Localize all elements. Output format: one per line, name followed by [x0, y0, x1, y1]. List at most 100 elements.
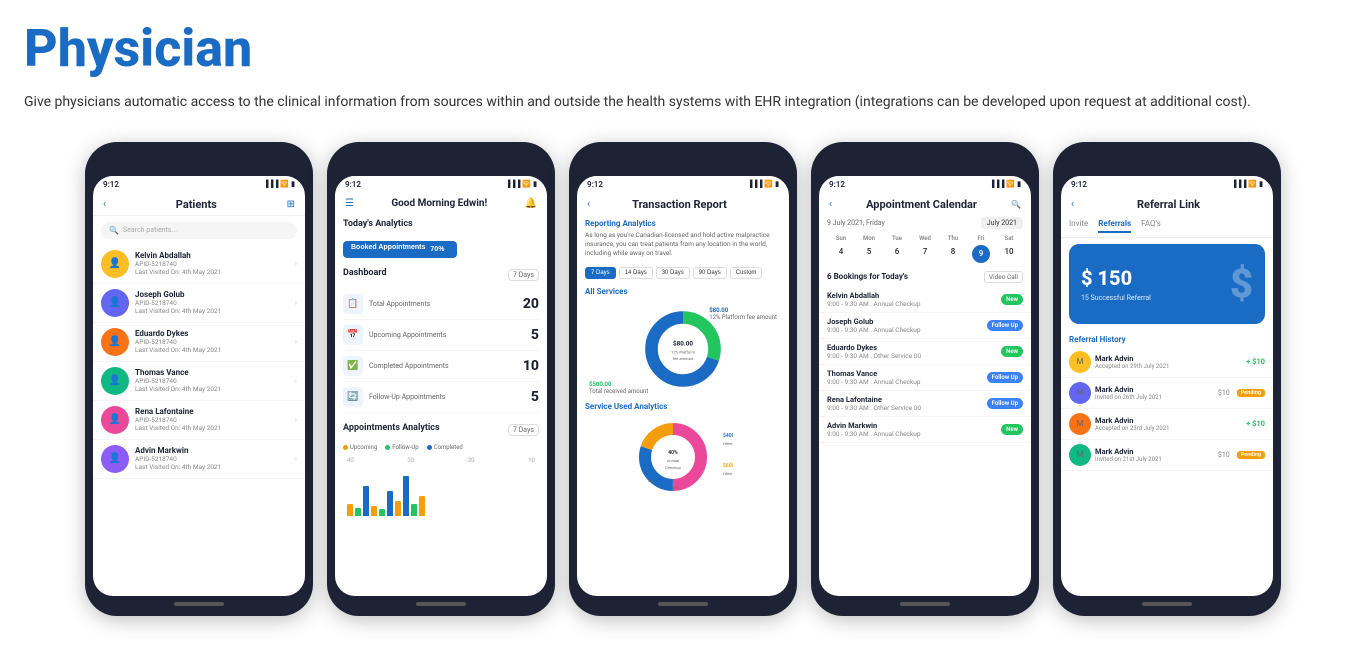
- page-description: Give physicians automatic access to the …: [24, 91, 1342, 113]
- bar-3: [363, 486, 369, 516]
- ref-tab-invite[interactable]: Invite: [1069, 219, 1088, 233]
- booking-time-5: 9:00 - 9:30 AM . Other Service 00: [827, 404, 987, 412]
- video-call-badge[interactable]: Video Call: [984, 271, 1023, 283]
- day-fri: Fri: [967, 235, 995, 242]
- booked-pct-badge: 70%: [425, 244, 449, 255]
- filter-icon-patients[interactable]: ⊞: [287, 199, 295, 210]
- status-bar-1: 9:12 ▐▐▐ 🛜 ▮: [93, 176, 305, 192]
- booking-item-1[interactable]: Kelvin Abdallah 9:00 - 9:30 AM . Annual …: [819, 287, 1031, 313]
- battery-icon-5: ▮: [1259, 180, 1263, 188]
- legend-row: Upcoming Follow-Up Completed: [343, 444, 539, 451]
- wifi-icon-4: 🛜: [1006, 180, 1015, 188]
- ref-amount-2: $10: [1218, 389, 1230, 397]
- ref-person-name-4: Mark Advin: [1095, 447, 1214, 456]
- patient-item-6[interactable]: 👤 Advin Markwin APID-5218740 Last Visite…: [93, 440, 305, 479]
- stat-value-4: 5: [531, 389, 539, 405]
- stat-icon-4: 🔄: [343, 387, 363, 407]
- patient-name-1: Kelvin Abdallah: [135, 251, 289, 260]
- filter-90days[interactable]: 90 Days: [693, 267, 727, 279]
- back-button-patients[interactable]: ‹: [103, 199, 106, 210]
- phone-calendar: 9:12 ▐▐▐ 🛜 ▮ ‹ Appointment Calendar 🔍 9 …: [811, 142, 1039, 616]
- cal-date-8[interactable]: 8: [939, 245, 967, 263]
- ref-tab-referrals[interactable]: Referrals: [1098, 219, 1131, 233]
- ref-person-name-3: Mark Advin: [1095, 416, 1242, 425]
- day-tue: Tue: [883, 235, 911, 242]
- svg-text:30%: 30%: [671, 485, 678, 490]
- patient-search-bar[interactable]: 🔍 Search patients...: [101, 222, 297, 239]
- ref-person-4: Mark Advin Invited on 21st July 2021: [1095, 447, 1214, 463]
- day-thu: Thu: [939, 235, 967, 242]
- cal-date-10[interactable]: 10: [995, 245, 1023, 263]
- status-icons-4: ▐▐▐ 🛜 ▮: [990, 180, 1021, 188]
- svg-text:Other Service 01: Other Service 01: [723, 441, 733, 446]
- days-badge[interactable]: 7 Days: [508, 269, 539, 281]
- filter-custom[interactable]: Custom: [730, 267, 763, 279]
- phone-dashboard: 9:12 ▐▐▐ 🛜 ▮ ☰ Good Morning Edwin! 🔔 Tod…: [327, 142, 555, 616]
- booking-item-4[interactable]: Thomas Vance 9:00 - 9:30 AM . Annual Che…: [819, 365, 1031, 391]
- page-title: Physician: [24, 20, 1342, 77]
- stat-label-2: Upcoming Appointments: [369, 331, 525, 339]
- filter-7days[interactable]: 7 Days: [585, 267, 616, 279]
- back-button-trans[interactable]: ‹: [587, 199, 590, 210]
- cal-date-4[interactable]: 4: [827, 245, 855, 263]
- referral-banner: $ $ 150 15 Successful Referral: [1069, 244, 1265, 324]
- signal-icon-5: ▐▐▐: [1232, 180, 1247, 188]
- bar-1: [347, 504, 353, 516]
- battery-icon-4: ▮: [1017, 180, 1021, 188]
- booking-item-6[interactable]: Advin Markwin 9:00 - 9:30 AM . Annual Ch…: [819, 417, 1031, 443]
- filter-14days[interactable]: 14 Days: [619, 267, 653, 279]
- booking-item-3[interactable]: Eduardo Dykes 9:00 - 9:30 AM . Other Ser…: [819, 339, 1031, 365]
- svg-text:20%: 20%: [648, 478, 655, 483]
- patient-avatar-5: 👤: [101, 406, 129, 434]
- cal-date-7[interactable]: 7: [911, 245, 939, 263]
- trans-title: Transaction Report: [632, 198, 727, 211]
- cal-date-5[interactable]: 5: [855, 245, 883, 263]
- back-button-cal[interactable]: ‹: [829, 199, 832, 210]
- patient-avatar-2: 👤: [101, 289, 129, 317]
- phone-notch-1: [164, 156, 234, 170]
- stat-label-3: Completed Appointments: [369, 362, 517, 370]
- patient-item-1[interactable]: 👤 Kelvin Abdallah APID-5218740 Last Visi…: [93, 245, 305, 284]
- booking-info-6: Advin Markwin 9:00 - 9:30 AM . Annual Ch…: [827, 421, 1001, 438]
- appt-days-badge[interactable]: 7 Days: [508, 424, 539, 436]
- dash-greeting: Good Morning Edwin!: [391, 198, 487, 209]
- filter-row: 7 Days 14 Days 30 Days 90 Days Custom: [585, 267, 781, 279]
- ref-pending-badge-4: Pending: [1237, 451, 1265, 459]
- patient-item-3[interactable]: 👤 Eduardo Dykes APID-5218740 Last Visite…: [93, 323, 305, 362]
- filter-30days[interactable]: 30 Days: [656, 267, 690, 279]
- hamburger-icon[interactable]: ☰: [345, 198, 354, 209]
- reporting-title: Reporting Analytics: [585, 219, 781, 228]
- status-time-2: 9:12: [345, 180, 361, 189]
- bar-4: [371, 506, 377, 516]
- booking-name-2: Joseph Golub: [827, 317, 987, 326]
- bell-icon[interactable]: 🔔: [525, 198, 537, 209]
- patients-header: ‹ Patients ⊞: [93, 192, 305, 216]
- stat-row-4: 🔄 Follow-Up Appointments 5: [343, 382, 539, 413]
- search-icon-cal[interactable]: 🔍: [1011, 200, 1021, 209]
- booking-time-4: 9:00 - 9:30 AM . Annual Checkup: [827, 378, 987, 386]
- svg-text:Checkup: Checkup: [665, 465, 681, 470]
- phone-bottom-bar-2: [416, 602, 466, 606]
- phone-transaction: 9:12 ▐▐▐ 🛜 ▮ ‹ Transaction Report Report…: [569, 142, 797, 616]
- ref-tab-faqs[interactable]: FAQ's: [1141, 219, 1161, 233]
- signal-icon-2: ▐▐▐: [506, 180, 521, 188]
- dashboard-header-row: Dashboard 7 Days: [343, 268, 539, 283]
- donut-bottom-label: $500.00Total received amount: [589, 381, 648, 395]
- status-time-1: 9:12: [103, 180, 119, 189]
- booking-item-5[interactable]: Rena Lafontaine 9:00 - 9:30 AM . Other S…: [819, 391, 1031, 417]
- svg-text:12% Platform: 12% Platform: [671, 349, 696, 354]
- patient-item-5[interactable]: 👤 Rena Lafontaine APID-5218740 Last Visi…: [93, 401, 305, 440]
- month-badge[interactable]: July 2021: [981, 217, 1023, 229]
- ref-history-item-3: M Mark Advin Accepted on 23rd July 2021 …: [1061, 409, 1273, 440]
- patient-item-4[interactable]: 👤 Thomas Vance APID-5218740 Last Visited…: [93, 362, 305, 401]
- patient-info-2: Joseph Golub APID-5218740 Last Visited O…: [135, 290, 289, 315]
- cal-date-9[interactable]: 9: [972, 245, 990, 263]
- phone-notch-4: [890, 156, 960, 170]
- legend-dot-followup: [385, 445, 390, 450]
- booked-appointments-tab[interactable]: Booked Appointments 70%: [343, 241, 457, 258]
- cal-date-6[interactable]: 6: [883, 245, 911, 263]
- booking-item-2[interactable]: Joseph Golub 9:00 - 9:30 AM . Annual Che…: [819, 313, 1031, 339]
- ref-pending-badge-2: Pending: [1237, 389, 1265, 397]
- ref-person-name-1: Mark Advin: [1095, 354, 1242, 363]
- patient-item-2[interactable]: 👤 Joseph Golub APID-5218740 Last Visited…: [93, 284, 305, 323]
